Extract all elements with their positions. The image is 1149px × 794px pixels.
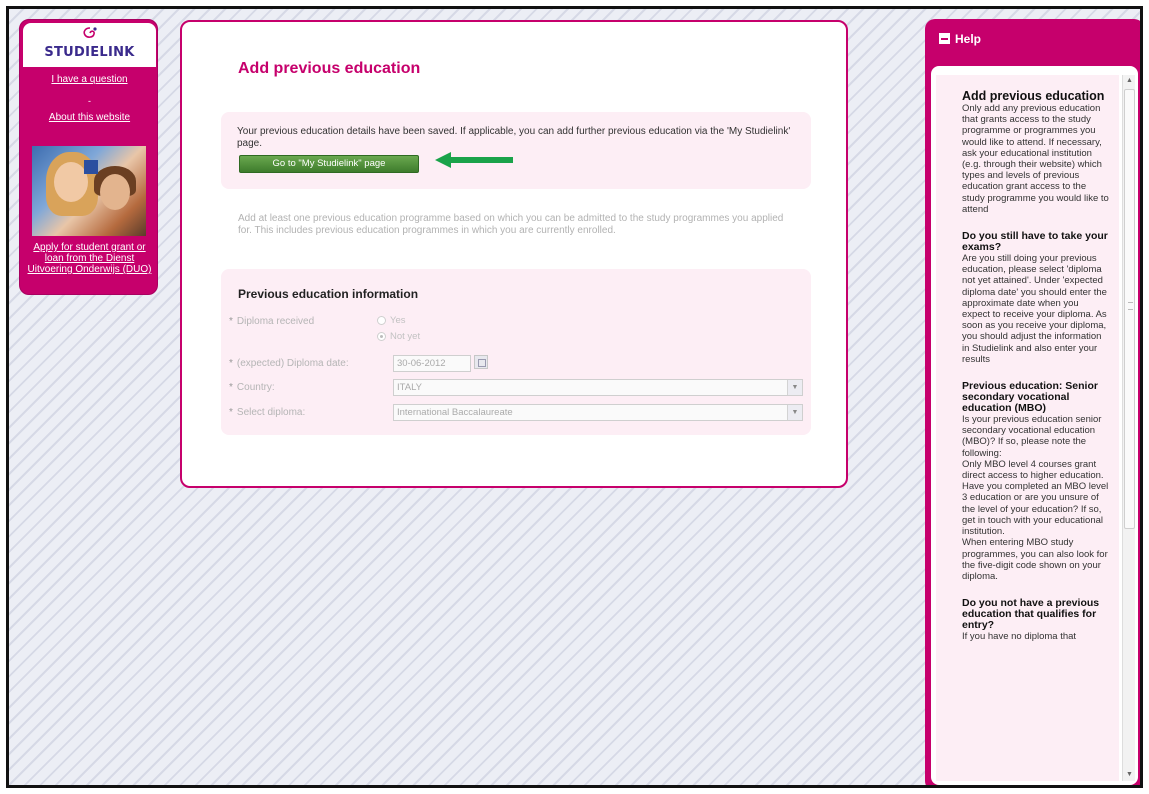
radio-yes-circle[interactable] — [377, 315, 386, 325]
diploma-date-label: * (expected) Diploma date: — [229, 358, 349, 369]
help-header[interactable]: Help — [939, 32, 981, 46]
country-label-text: Country: — [236, 382, 275, 393]
main-content-card: Add previous education Your previous edu… — [180, 20, 848, 488]
required-mark: * — [229, 407, 233, 418]
green-arrow-icon — [435, 152, 513, 168]
scroll-thumb[interactable] — [1124, 89, 1135, 529]
help-section-title: Do you still have to take your exams? — [962, 230, 1108, 254]
apply-grant-link[interactable]: Apply for student grant or loan from the… — [24, 242, 155, 275]
country-label: * Country: — [229, 382, 275, 393]
page-title: Add previous education — [238, 60, 421, 77]
photo-person-face — [54, 162, 88, 202]
collapse-icon[interactable] — [939, 33, 950, 44]
duo-badge-icon — [84, 160, 98, 174]
radio-not-yet-circle[interactable] — [377, 331, 386, 341]
radio-yes-label: Yes — [390, 315, 406, 326]
help-section-title: Add previous education — [962, 89, 1105, 103]
diploma-date-input[interactable]: 30-06-2012 — [393, 355, 471, 372]
scroll-down-icon[interactable]: ▼ — [1123, 769, 1136, 781]
logo-text: STUDIELINK — [44, 45, 135, 60]
required-mark: * — [229, 358, 233, 369]
about-website-link[interactable]: About this website — [24, 112, 155, 123]
help-section-title: Previous education: Senior secondary voc… — [962, 380, 1098, 415]
diploma-date-label-text: (expected) Diploma date: — [236, 358, 349, 369]
left-sidebar: STUDIELINK I have a question - About thi… — [19, 19, 158, 295]
radio-yes[interactable]: Yes — [377, 315, 406, 326]
help-section-title: Do you not have a previous education tha… — [962, 597, 1100, 632]
select-diploma-label-text: Select diploma: — [236, 407, 306, 418]
required-mark: * — [229, 316, 233, 327]
help-section-text: Are you still doing your previous educat… — [962, 253, 1107, 365]
chevron-down-icon[interactable]: ▼ — [787, 405, 802, 420]
logo-swirl-icon — [83, 27, 97, 38]
intro-text: Add at least one previous education prog… — [238, 213, 784, 236]
studielink-logo[interactable]: STUDIELINK — [23, 23, 156, 67]
diploma-received-label: * Diploma received — [229, 316, 314, 327]
help-section-text: If you have no diploma that — [962, 631, 1077, 643]
form-title: Previous education information — [238, 287, 419, 301]
help-scrollbar[interactable]: ▲ ▼ — [1122, 75, 1135, 781]
help-inner: Add previous education Only add any prev… — [931, 66, 1138, 785]
sidebar-separator: - — [88, 96, 91, 106]
previous-education-form: Previous education information * Diploma … — [221, 269, 811, 435]
help-section-text: Only add any previous education that gra… — [962, 103, 1109, 215]
have-question-link[interactable]: I have a question — [24, 74, 155, 85]
select-diploma-label: * Select diploma: — [229, 407, 305, 418]
scroll-up-icon[interactable]: ▲ — [1123, 75, 1136, 87]
saved-notice-box: Your previous education details have bee… — [221, 112, 811, 189]
help-header-label: Help — [955, 32, 982, 46]
radio-not-yet[interactable]: Not yet — [377, 331, 420, 342]
country-select-value: ITALY — [397, 382, 422, 393]
diploma-select[interactable]: International Baccalaureate ▼ — [393, 404, 803, 421]
radio-not-yet-label: Not yet — [390, 331, 421, 342]
country-select[interactable]: ITALY ▼ — [393, 379, 803, 396]
calendar-icon[interactable] — [474, 355, 488, 369]
help-section-text: When entering MBO study programmes, you … — [962, 537, 1108, 582]
photo-person2-face — [100, 174, 130, 210]
saved-notice-text: Your previous education details have bee… — [237, 126, 791, 149]
students-photo[interactable] — [32, 146, 146, 236]
scroll-grip-icon — [1128, 302, 1133, 310]
help-section-text: Is your previous education senior second… — [962, 414, 1102, 459]
help-section-text: Only MBO level 4 courses grant direct ac… — [962, 458, 1109, 538]
required-mark: * — [229, 382, 233, 393]
diploma-select-value: International Baccalaureate — [397, 407, 513, 418]
chevron-down-icon[interactable]: ▼ — [787, 380, 802, 395]
browser-viewport: STUDIELINK I have a question - About thi… — [6, 6, 1143, 788]
diploma-received-label-text: Diploma received — [236, 316, 315, 327]
go-to-my-studielink-button[interactable]: Go to "My Studielink" page — [239, 155, 419, 173]
help-panel: Help Add previous education Only add any… — [925, 19, 1140, 785]
help-content: Add previous education Only add any prev… — [936, 75, 1119, 781]
